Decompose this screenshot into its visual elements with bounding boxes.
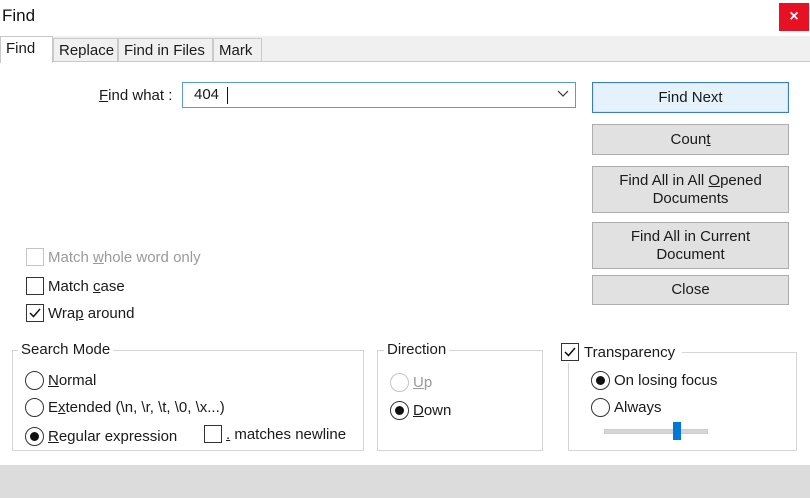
find-what-label: Find what : bbox=[99, 87, 173, 104]
direction-up-radio[interactable] bbox=[390, 373, 409, 392]
find-what-input[interactable]: 404 bbox=[194, 86, 219, 103]
close-label: Close bbox=[671, 281, 710, 298]
radio-selected-dot bbox=[395, 406, 404, 415]
count-button[interactable]: Count bbox=[592, 124, 789, 155]
tab-find-label: Find bbox=[6, 40, 36, 57]
extended-radio[interactable] bbox=[25, 398, 44, 417]
tab-replace[interactable]: Replace bbox=[53, 38, 118, 62]
close-icon: × bbox=[789, 8, 799, 25]
direction-down-radio[interactable] bbox=[390, 401, 409, 420]
always-label: Always bbox=[614, 399, 662, 416]
transparency-checkbox[interactable] bbox=[561, 343, 579, 361]
close-button[interactable]: Close bbox=[592, 275, 789, 305]
checkmark-icon bbox=[564, 347, 576, 357]
find-all-opened-label-line2: Documents bbox=[652, 189, 729, 207]
matches-newline-checkbox[interactable] bbox=[204, 425, 222, 443]
find-next-button[interactable]: Find Next bbox=[592, 82, 789, 113]
on-losing-focus-radio[interactable] bbox=[591, 371, 610, 390]
search-mode-title: Search Mode bbox=[18, 341, 114, 358]
find-all-current-label-line1: Find All in Current bbox=[630, 227, 751, 245]
tab-mark-label: Mark bbox=[219, 42, 253, 59]
match-whole-word-checkbox[interactable] bbox=[26, 248, 44, 266]
normal-label: Normal bbox=[48, 372, 97, 389]
direction-down-label: Down bbox=[413, 402, 452, 419]
direction-up-label: Up bbox=[413, 374, 433, 391]
matches-newline-label: . matches newline bbox=[226, 426, 347, 443]
status-strip bbox=[0, 465, 810, 498]
count-label: Count bbox=[670, 130, 711, 148]
extended-label: Extended (\n, \r, \t, \0, \x...) bbox=[48, 399, 225, 416]
regular-expression-radio[interactable] bbox=[25, 427, 44, 446]
on-losing-focus-label: On losing focus bbox=[614, 372, 718, 389]
radio-selected-dot bbox=[596, 376, 605, 385]
tab-find-in-files[interactable]: Find in Files bbox=[118, 38, 213, 62]
tab-replace-label: Replace bbox=[59, 42, 115, 59]
tab-find-in-files-label: Find in Files bbox=[124, 42, 205, 59]
find-all-opened-label-line1: Find All in All Opened bbox=[619, 171, 762, 189]
find-all-current-label-line2: Document bbox=[656, 245, 725, 263]
text-caret bbox=[227, 87, 228, 104]
always-radio[interactable] bbox=[591, 398, 610, 417]
chevron-down-icon[interactable] bbox=[557, 87, 569, 102]
wrap-around-label: Wrap around bbox=[48, 305, 135, 322]
find-all-current-document-button[interactable]: Find All in Current Document bbox=[592, 222, 789, 269]
window-title: Find bbox=[2, 6, 36, 25]
find-next-label: Find Next bbox=[658, 88, 723, 106]
tab-mark[interactable]: Mark bbox=[213, 38, 262, 62]
direction-title: Direction bbox=[384, 341, 450, 358]
match-case-checkbox[interactable] bbox=[26, 277, 44, 295]
normal-radio[interactable] bbox=[25, 371, 44, 390]
wrap-around-checkbox[interactable] bbox=[26, 304, 44, 322]
tab-find[interactable]: Find bbox=[0, 36, 53, 63]
find-what-combobox[interactable]: 404 bbox=[182, 82, 576, 108]
close-window-button[interactable]: × bbox=[779, 3, 809, 31]
title-bar bbox=[0, 0, 810, 36]
radio-selected-dot bbox=[30, 432, 39, 441]
regular-expression-label: Regular expression bbox=[48, 428, 178, 445]
match-case-label: Match case bbox=[48, 278, 125, 295]
find-all-opened-documents-button[interactable]: Find All in All Opened Documents bbox=[592, 166, 789, 213]
checkmark-icon bbox=[29, 308, 41, 318]
transparency-slider-thumb[interactable] bbox=[673, 422, 682, 440]
transparency-slider-track[interactable] bbox=[604, 429, 708, 434]
transparency-label: Transparency bbox=[584, 344, 676, 361]
tab-strip: Find Replace Find in Files Mark bbox=[0, 36, 810, 63]
match-whole-word-label: Match whole word only bbox=[48, 249, 201, 266]
